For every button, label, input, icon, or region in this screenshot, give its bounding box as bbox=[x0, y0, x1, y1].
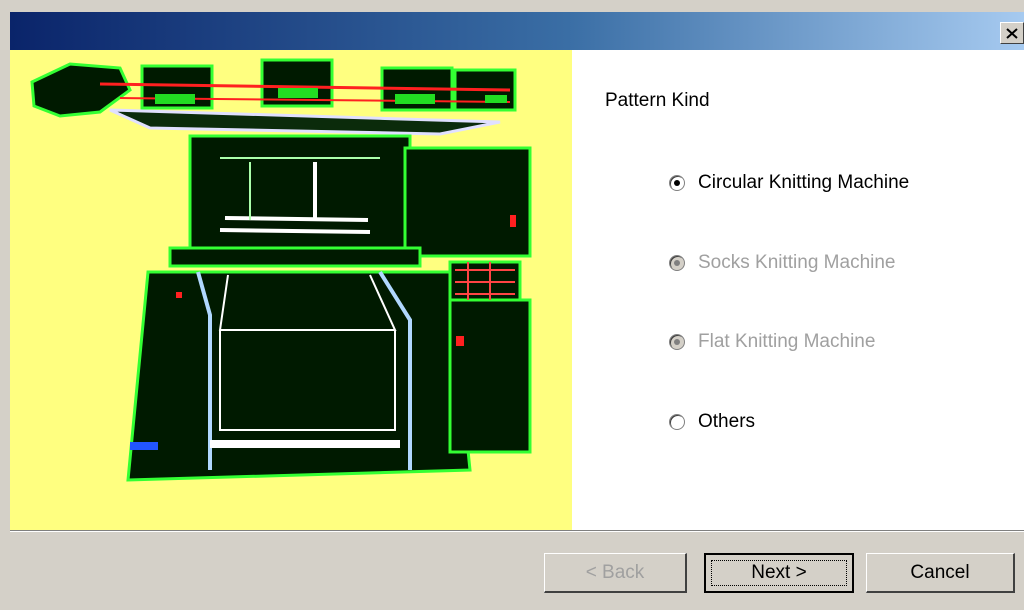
radio-flat-knitting-machine[interactable]: Flat Knitting Machine bbox=[669, 331, 875, 353]
cancel-button[interactable]: Cancel bbox=[866, 553, 1015, 593]
radio-others[interactable]: Others bbox=[669, 411, 755, 433]
close-button[interactable] bbox=[1000, 22, 1024, 44]
close-icon bbox=[1006, 27, 1018, 39]
next-button[interactable]: Next > bbox=[704, 553, 854, 593]
pattern-kind-label: Pattern Kind bbox=[605, 90, 710, 111]
focus-rectangle bbox=[711, 560, 847, 586]
radio-button[interactable] bbox=[669, 255, 685, 271]
radio-circular-knitting-machine[interactable]: Circular Knitting Machine bbox=[669, 172, 909, 194]
radio-label: Circular Knitting Machine bbox=[698, 172, 910, 193]
radio-socks-knitting-machine[interactable]: Socks Knitting Machine bbox=[669, 252, 896, 274]
radio-label: Flat Knitting Machine bbox=[698, 331, 876, 352]
wizard-dialog: Pattern Kind Circular Knitting Machine S… bbox=[0, 0, 1024, 610]
wizard-content: Pattern Kind Circular Knitting Machine S… bbox=[10, 50, 1024, 530]
back-button[interactable]: < Back bbox=[544, 553, 687, 593]
radio-button[interactable] bbox=[669, 334, 685, 350]
pattern-kind-options: Pattern Kind Circular Knitting Machine S… bbox=[572, 50, 1024, 530]
radio-button[interactable] bbox=[669, 414, 685, 430]
footer-separator bbox=[10, 530, 1024, 532]
title-bar[interactable] bbox=[10, 12, 1024, 50]
radio-button[interactable] bbox=[669, 175, 685, 191]
radio-label: Others bbox=[698, 411, 756, 432]
radio-label: Socks Knitting Machine bbox=[698, 252, 896, 273]
machine-illustration bbox=[10, 50, 572, 530]
